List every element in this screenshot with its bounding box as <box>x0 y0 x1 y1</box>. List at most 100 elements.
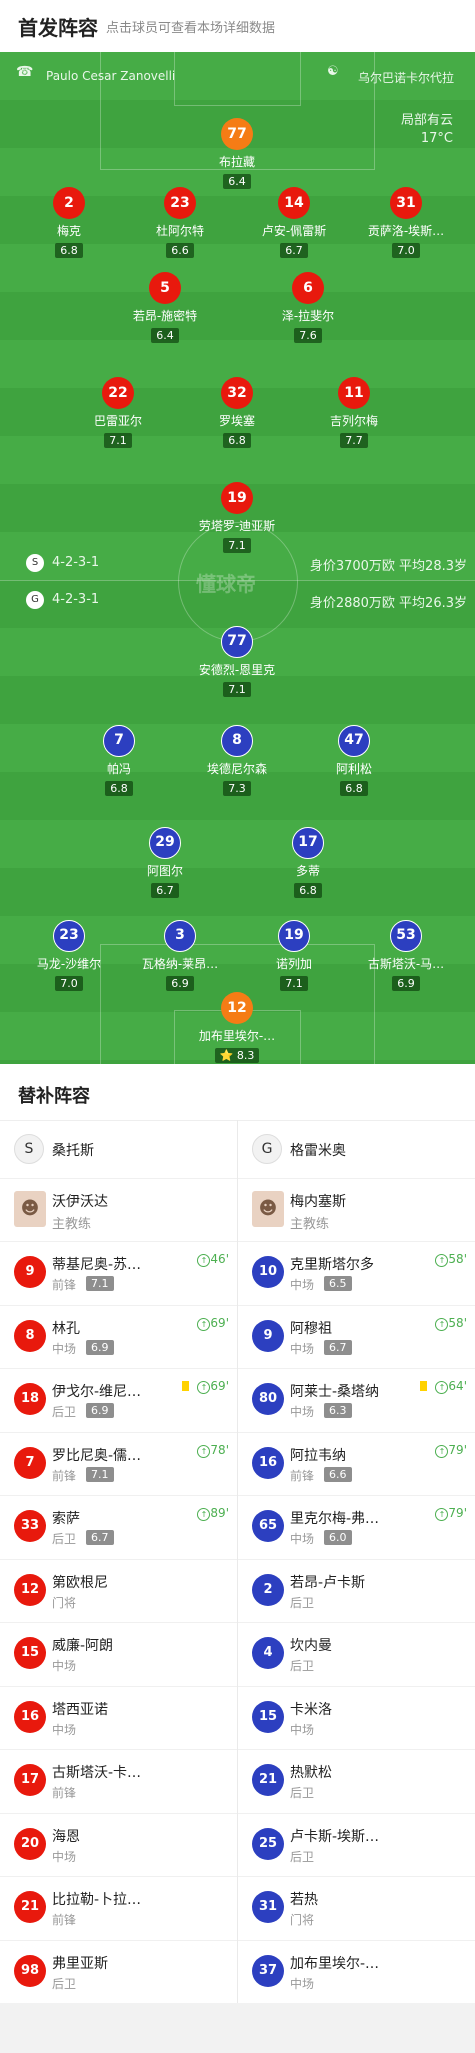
sub-player-row[interactable]: 25 卢卡斯-埃斯… 后卫 <box>238 1814 475 1877</box>
stadium-name: 乌尔巴诺卡尔代拉 <box>358 71 455 85</box>
sub-player-row[interactable]: 10 克里斯塔尔多 中场 6.5 ↑ 58' <box>238 1242 475 1306</box>
sub-in-icon: ↑ <box>197 1444 211 1458</box>
away-player-0[interactable]: 77 安德烈-恩里克 7.1 <box>187 626 287 697</box>
home-player-5[interactable]: 5 若昂-施密特 6.4 <box>115 272 215 343</box>
home-team-head[interactable]: S 桑托斯 <box>0 1120 237 1179</box>
sub-player-row[interactable]: 9 阿穆祖 中场 6.7 ↑ 58' <box>238 1306 475 1369</box>
away-player-5[interactable]: 17 多蒂 6.8 <box>258 827 358 898</box>
jersey-number: 7 <box>14 1446 46 1479</box>
home-player-3[interactable]: 14 卢安-佩雷斯 6.7 <box>244 187 344 258</box>
player-position: 后卫 <box>52 1976 77 1991</box>
player-rating: 6.6 <box>166 243 194 258</box>
player-name: 卢安-佩雷斯 <box>261 224 327 238</box>
yellow-card-icon <box>420 1381 427 1391</box>
jersey-number: 10 <box>252 1256 284 1288</box>
away-player-6[interactable]: 23 马龙-沙维尔 7.0 <box>19 920 119 991</box>
home-player-0[interactable]: 77 布拉藏 6.4 <box>187 118 287 189</box>
away-player-1[interactable]: 7 帕冯 6.8 <box>69 725 169 796</box>
player-name: 罗埃塞 <box>218 414 255 428</box>
gremio-logo-icon: G <box>252 1134 282 1164</box>
jersey-number: 98 <box>14 1954 46 1987</box>
substitution-minute: 64' <box>448 1379 467 1393</box>
player-rating: 6.6 <box>324 1466 352 1482</box>
home-player-1[interactable]: 2 梅克 6.8 <box>19 187 119 258</box>
sub-player-row[interactable]: 4 坎内曼 后卫 <box>238 1623 475 1687</box>
away-player-8[interactable]: 19 诺列加 7.1 <box>244 920 344 991</box>
subs-header: 替补阵容 <box>0 1064 475 1121</box>
player-rating: 7.0 <box>392 243 420 258</box>
home-player-10[interactable]: 19 劳塔罗-迪亚斯 7.1 <box>187 482 287 553</box>
home-player-6[interactable]: 6 泽-拉斐尔 7.6 <box>258 272 358 343</box>
sub-player-row[interactable]: 65 里克尔梅-弗… 中场 6.0 ↑ 79' <box>238 1496 475 1560</box>
sub-player-row[interactable]: 31 若热 门将 <box>238 1877 475 1941</box>
home-player-9[interactable]: 11 吉列尔梅 7.7 <box>304 377 404 448</box>
sub-player-row[interactable]: 15 卡米洛 中场 <box>238 1687 475 1750</box>
away-player-10[interactable]: 12 加布里埃尔-… ⭐ 8.3 <box>187 992 287 1063</box>
home-player-4[interactable]: 31 贡萨洛-埃斯… 7.0 <box>356 187 456 258</box>
sub-player-row[interactable]: 20 海恩 中场 <box>0 1814 237 1877</box>
jersey-number: 22 <box>102 377 134 409</box>
sub-player-row[interactable]: 15 威廉-阿朗 中场 <box>0 1623 237 1687</box>
sub-player-row[interactable]: 37 加布里埃尔-… 中场 <box>238 1941 475 2004</box>
player-rating: 6.8 <box>105 781 133 796</box>
away-team-head[interactable]: G 格雷米奥 <box>238 1120 475 1179</box>
sub-player-row[interactable]: 12 第欧根尼 门将 <box>0 1560 237 1623</box>
jersey-number: 77 <box>221 626 253 658</box>
away-coach[interactable]: ☻ 梅内塞斯 主教练 <box>238 1179 475 1242</box>
sub-player-row[interactable]: 16 塔西亚诺 中场 <box>0 1687 237 1750</box>
temperature: 17°C <box>420 131 453 146</box>
sub-in-icon: ↑ <box>435 1317 449 1331</box>
sub-in-icon: ↑ <box>435 1254 449 1267</box>
away-player-9[interactable]: 53 古斯塔沃-马… 6.9 <box>356 920 456 991</box>
sub-player-row[interactable]: 21 热默松 后卫 <box>238 1750 475 1814</box>
player-name: 吉列尔梅 <box>329 414 378 428</box>
player-position: 中场 <box>52 1722 77 1737</box>
substitution-in: ↑ 79' <box>435 1443 467 1458</box>
away-squad-value: 身价2880万欧 平均26.3岁 <box>309 596 467 611</box>
away-player-3[interactable]: 47 阿利松 6.8 <box>304 725 404 796</box>
player-name: 阿图尔 <box>146 864 183 878</box>
sub-player-row[interactable]: 21 比拉勒-卜拉… 前锋 <box>0 1877 237 1941</box>
player-rating: 6.8 <box>340 781 368 796</box>
sub-player-row[interactable]: 18 伊戈尔-维尼… 后卫 6.9 ↑ 69' <box>0 1369 237 1433</box>
jersey-number: 16 <box>252 1446 284 1479</box>
home-squad-value: 身价3700万欧 平均28.3岁 <box>309 559 467 574</box>
sub-player-row[interactable]: 7 罗比尼奥-儒… 前锋 7.1 ↑ 78' <box>0 1433 237 1496</box>
substitution-minute: 69' <box>210 1379 229 1393</box>
substitution-in: ↑ 64' <box>435 1379 467 1394</box>
home-player-7[interactable]: 22 巴雷亚尔 7.1 <box>68 377 168 448</box>
sub-player-row[interactable]: 17 古斯塔沃-卡… 前锋 <box>0 1750 237 1814</box>
home-team-name: 桑托斯 <box>52 1143 94 1159</box>
weather-text: 局部有云 <box>400 113 453 128</box>
away-player-7[interactable]: 3 瓦格纳-莱昂… 6.9 <box>130 920 230 991</box>
sub-player-row[interactable]: 80 阿莱士-桑塔纳 中场 6.3 ↑ 64' <box>238 1369 475 1433</box>
sub-player-row[interactable]: 8 林孔 中场 6.9 ↑ 69' <box>0 1306 237 1369</box>
jersey-number: 37 <box>252 1954 284 1987</box>
player-rating: 6.9 <box>392 976 420 991</box>
player-rating: 7.1 <box>104 433 132 448</box>
away-player-2[interactable]: 8 埃德尼尔森 7.3 <box>187 725 287 796</box>
player-name: 林孔 <box>52 1320 80 1337</box>
player-name: 瓦格纳-莱昂… <box>141 957 219 971</box>
player-rating: 6.7 <box>280 243 308 258</box>
away-player-4[interactable]: 29 阿图尔 6.7 <box>115 827 215 898</box>
sub-player-row[interactable]: 2 若昂-卢卡斯 后卫 <box>238 1560 475 1623</box>
sub-player-row[interactable]: 33 索萨 后卫 6.7 ↑ 89' <box>0 1496 237 1560</box>
player-name: 泽-拉斐尔 <box>281 309 335 323</box>
home-player-2[interactable]: 23 杜阿尔特 6.6 <box>130 187 230 258</box>
home-player-8[interactable]: 32 罗埃塞 6.8 <box>187 377 287 448</box>
jersey-number: 15 <box>252 1700 284 1733</box>
substitution-in: ↑ 89' <box>197 1506 229 1521</box>
coach-avatar: ☻ <box>252 1191 284 1227</box>
sub-player-row[interactable]: 16 阿拉韦纳 前锋 6.6 ↑ 79' <box>238 1433 475 1496</box>
home-coach[interactable]: ☻ 沃伊沃达 主教练 <box>0 1179 237 1242</box>
sub-player-row[interactable]: 98 弗里亚斯 后卫 <box>0 1941 237 2004</box>
player-name: 比拉勒-卜拉… <box>52 1892 142 1908</box>
jersey-number: 19 <box>278 920 310 952</box>
player-position: 中场 <box>290 1278 315 1292</box>
player-name: 威廉-阿朗 <box>52 1638 114 1654</box>
sub-player-row[interactable]: 9 蒂基尼奥-苏… 前锋 7.1 ↑ 46' <box>0 1242 237 1306</box>
jersey-number: 11 <box>338 377 370 409</box>
player-name: 里克尔梅-弗… <box>290 1511 380 1527</box>
player-position: 后卫 <box>290 1595 315 1610</box>
